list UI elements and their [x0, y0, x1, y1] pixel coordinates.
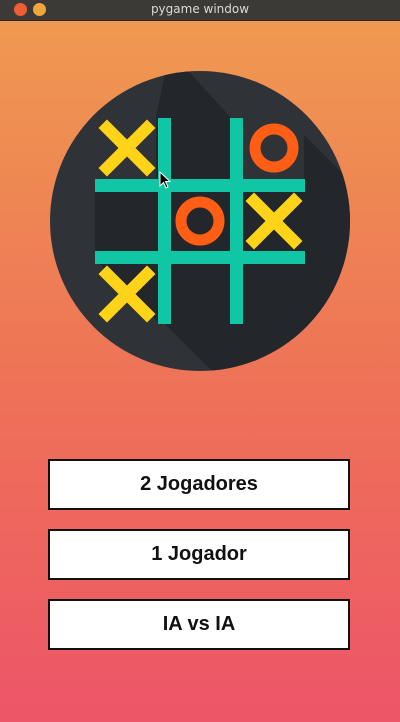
- ai-vs-ai-button[interactable]: IA vs IA: [48, 599, 350, 650]
- one-player-button[interactable]: 1 Jogador: [48, 529, 350, 580]
- title-bar[interactable]: pygame window: [0, 0, 400, 21]
- mouse-pointer-icon: [159, 171, 172, 189]
- grid-line-v1: [158, 118, 171, 324]
- grid-line-v2: [230, 118, 243, 324]
- pygame-window: pygame window 2 Jogadores 1 Jogador IA v…: [0, 0, 400, 722]
- grid-line-h1: [95, 179, 305, 192]
- tic-tac-toe-logo: [50, 71, 350, 371]
- game-screen: 2 Jogadores 1 Jogador IA vs IA: [0, 21, 400, 722]
- two-players-button[interactable]: 2 Jogadores: [48, 459, 350, 510]
- grid-line-h2: [95, 251, 305, 264]
- window-title: pygame window: [150, 2, 250, 16]
